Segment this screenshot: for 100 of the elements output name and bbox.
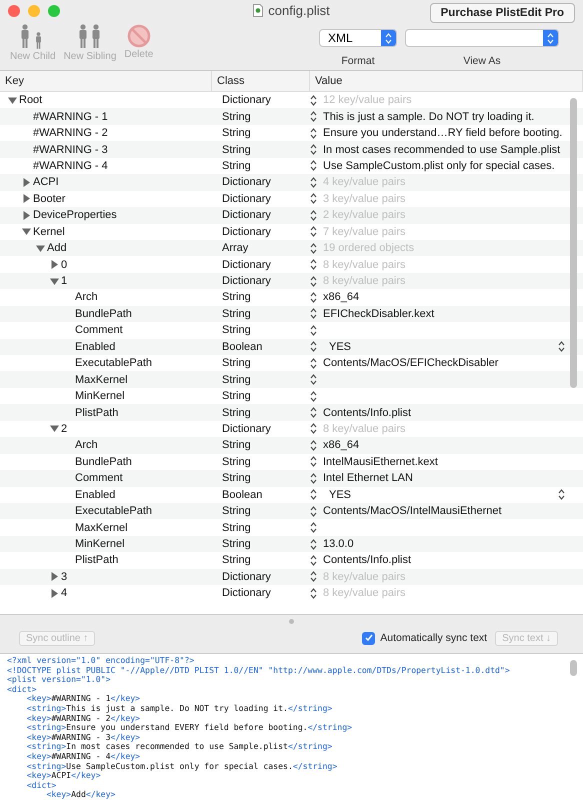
- stepper-icon[interactable]: [310, 423, 317, 434]
- class-text: Dictionary: [221, 275, 272, 288]
- key-text: #WARNING - 4: [33, 160, 108, 172]
- key-text: 4: [61, 587, 68, 600]
- class-text: Dictionary: [221, 587, 272, 600]
- class-text: Dictionary: [221, 209, 272, 222]
- key-text: Enabled: [75, 340, 116, 353]
- auto-sync-checkbox[interactable]: Automatically sync text: [362, 632, 488, 644]
- expanded-triangle-icon[interactable]: [8, 96, 17, 105]
- key-text: Comment: [75, 324, 123, 336]
- checkmark-icon: [364, 634, 373, 642]
- column-header[interactable]: Value: [310, 71, 583, 91]
- close-button[interactable]: [8, 5, 20, 17]
- stepper-icon[interactable]: [310, 390, 317, 402]
- key-text: 1: [61, 275, 68, 288]
- key-text: MaxKernel: [75, 374, 128, 386]
- stepper-icon[interactable]: [310, 571, 317, 582]
- key-text: 2: [61, 422, 68, 435]
- class-text: String: [221, 522, 252, 534]
- xml-text-view[interactable]: [0, 653, 583, 800]
- stepper-icon[interactable]: [310, 538, 317, 550]
- column-header[interactable]: Key: [0, 71, 212, 91]
- purchase-button[interactable]: Purchase PlistEdit Pro: [430, 3, 575, 23]
- class-text: String: [221, 110, 252, 123]
- class-text: Dictionary: [221, 192, 272, 205]
- collapsed-triangle-icon[interactable]: [50, 588, 59, 598]
- stepper-icon[interactable]: [310, 144, 317, 156]
- scrollbar[interactable]: [570, 660, 577, 676]
- stepper-icon[interactable]: [310, 193, 317, 204]
- view-as-popup[interactable]: [405, 29, 559, 47]
- key-text: Enabled: [75, 488, 116, 501]
- scrollbar[interactable]: [570, 98, 577, 388]
- boolean-popup[interactable]: YES: [323, 340, 565, 353]
- document-icon: [253, 4, 264, 17]
- key-text: PlistPath: [75, 406, 118, 419]
- value-text: IntelMausiEthernet.kext: [323, 456, 439, 468]
- stepper-icon[interactable]: [310, 160, 317, 172]
- class-text: String: [221, 127, 252, 140]
- value-summary: 8 key/value pairs: [323, 570, 407, 583]
- code-line: <string>Ensure you understand EVERY field before booting.</string>: [26, 723, 352, 733]
- key-text: ExecutablePath: [75, 505, 152, 518]
- stepper-icon[interactable]: [310, 226, 317, 238]
- stepper-icon[interactable]: [310, 341, 317, 352]
- key-text: BundlePath: [75, 308, 132, 320]
- value-text: Contents/MacOS/IntelMausiEthernet: [323, 505, 503, 518]
- key-text: Arch: [75, 291, 98, 304]
- boolean-popup[interactable]: YES: [323, 488, 565, 501]
- key-text: MaxKernel: [75, 522, 128, 534]
- stepper-icon[interactable]: [310, 276, 317, 287]
- expanded-triangle-icon[interactable]: [22, 227, 31, 236]
- class-text: Dictionary: [221, 226, 272, 238]
- code-line: <?xml version="1.0" encoding="UTF-8"?>: [7, 656, 194, 666]
- stepper-icon[interactable]: [558, 341, 565, 352]
- view-as-label: View As: [463, 55, 501, 67]
- class-text: Dictionary: [221, 94, 272, 106]
- stepper-icon[interactable]: [310, 506, 317, 517]
- stepper-icon[interactable]: [310, 456, 317, 468]
- stepper-icon[interactable]: [310, 324, 317, 336]
- stepper-icon[interactable]: [310, 308, 317, 320]
- code-line: <dict>: [26, 780, 56, 790]
- format-popup[interactable]: XML: [319, 29, 397, 47]
- value-text: In most cases recommended to use Sample.plist: [323, 144, 562, 156]
- collapsed-triangle-icon[interactable]: [22, 210, 31, 220]
- stepper-icon[interactable]: [310, 374, 317, 386]
- stepper-icon[interactable]: [310, 407, 317, 418]
- stepper-icon[interactable]: [310, 111, 317, 122]
- key-text: 3: [61, 570, 68, 583]
- value-text: Use SampleCustom.plist only for special cases.: [323, 160, 556, 172]
- stepper-icon[interactable]: [310, 522, 317, 534]
- stepper-icon[interactable]: [310, 176, 317, 188]
- stepper-icon[interactable]: [310, 128, 317, 139]
- expanded-triangle-icon[interactable]: [36, 244, 45, 253]
- code-line: <string>This is just a sample. Do NOT try loading it.</string>: [26, 704, 332, 714]
- value-text: Contents/Info.plist: [323, 554, 412, 566]
- stepper-icon[interactable]: [310, 358, 317, 369]
- class-text: Dictionary: [221, 422, 272, 435]
- stepper-icon[interactable]: [310, 554, 317, 566]
- key-text: Arch: [75, 439, 98, 452]
- expanded-triangle-icon[interactable]: [50, 424, 59, 434]
- collapsed-triangle-icon[interactable]: [22, 194, 31, 204]
- stepper-icon[interactable]: [310, 292, 317, 303]
- collapsed-triangle-icon[interactable]: [50, 260, 59, 270]
- key-text: Comment: [75, 472, 123, 484]
- format-label: Format: [341, 55, 375, 67]
- stepper-icon[interactable]: [310, 259, 317, 270]
- collapsed-triangle-icon[interactable]: [50, 572, 59, 582]
- stepper-icon[interactable]: [310, 440, 317, 451]
- split-handle[interactable]: [289, 618, 294, 624]
- collapsed-triangle-icon[interactable]: [22, 178, 31, 187]
- column-header[interactable]: Class: [212, 71, 310, 91]
- stepper-icon[interactable]: [558, 489, 565, 500]
- stepper-icon[interactable]: [310, 472, 317, 484]
- class-text: String: [221, 160, 252, 172]
- expanded-triangle-icon[interactable]: [50, 276, 59, 286]
- stepper-icon[interactable]: [310, 588, 317, 599]
- stepper-icon[interactable]: [310, 242, 317, 254]
- stepper-icon[interactable]: [310, 489, 317, 500]
- stepper-icon[interactable]: [310, 210, 317, 221]
- value-text: Contents/MacOS/EFICheckDisabler: [323, 357, 500, 370]
- stepper-icon[interactable]: [310, 94, 317, 106]
